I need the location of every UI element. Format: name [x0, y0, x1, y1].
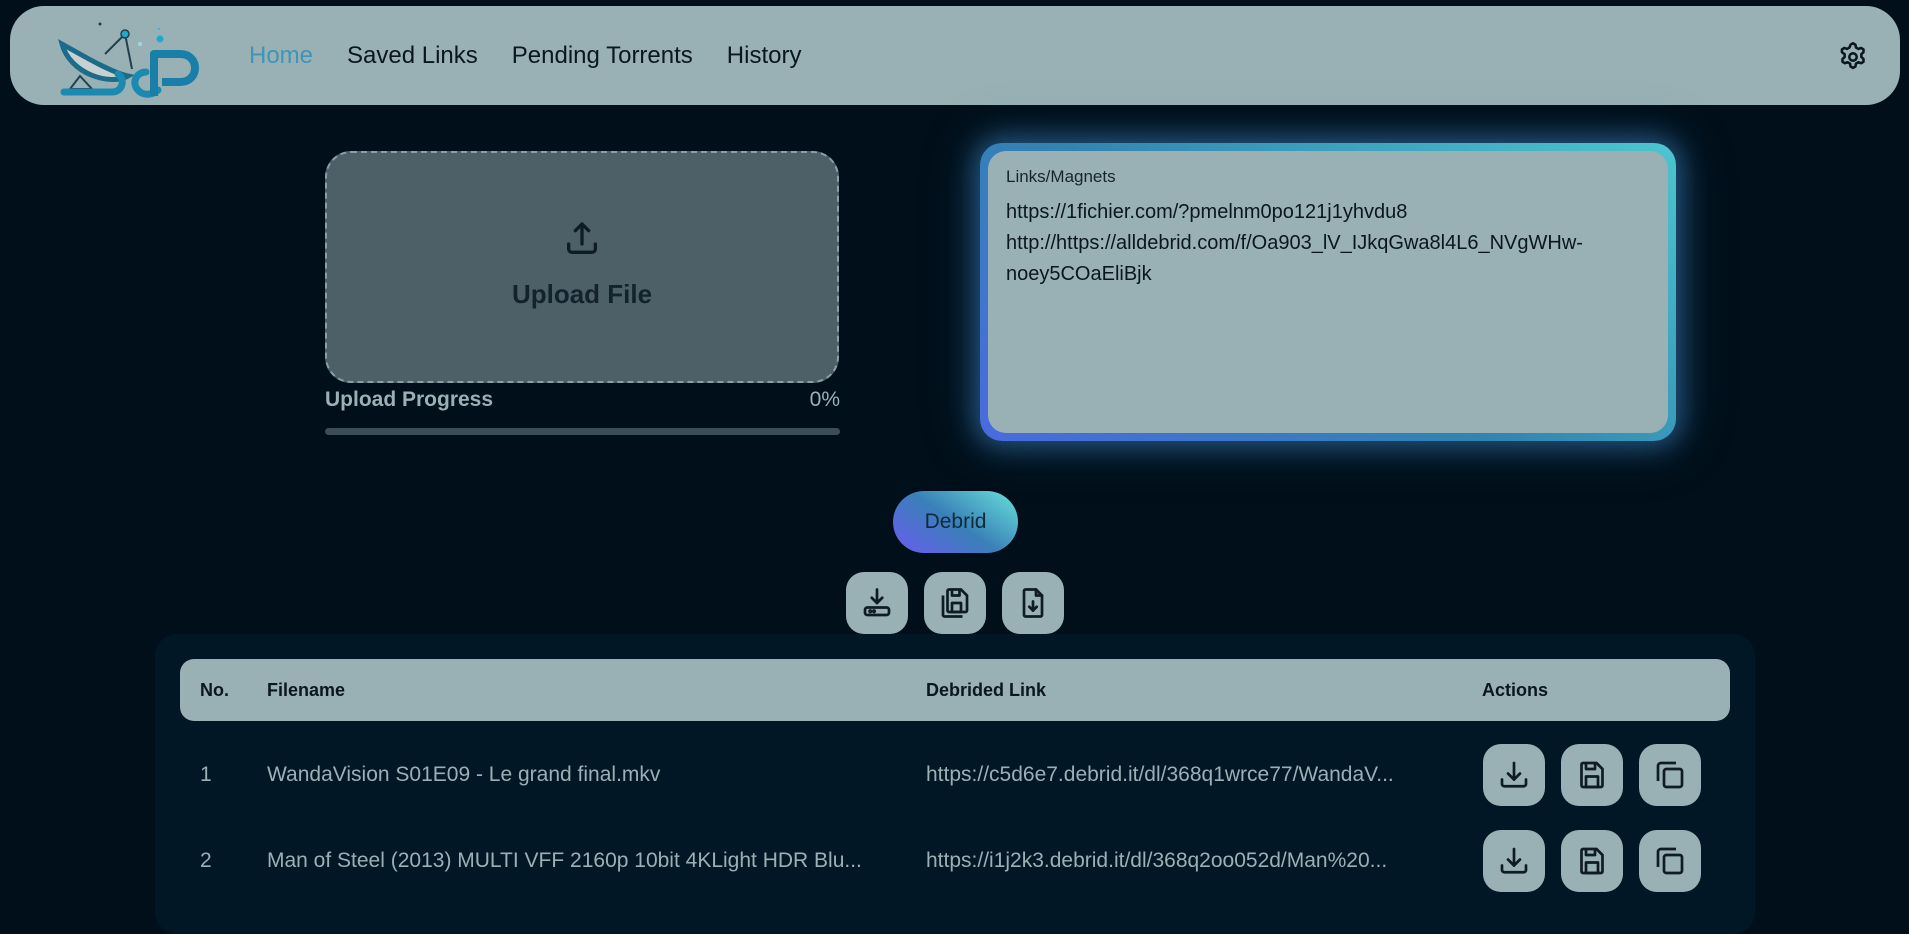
header-filename: Filename — [267, 680, 346, 700]
links-input-container: Links/Magnets — [980, 143, 1676, 441]
debrid-button[interactable]: Debrid — [893, 491, 1018, 553]
links-input-panel: Links/Magnets — [988, 151, 1668, 433]
navbar: Home Saved Links Pending Torrents Histor… — [10, 6, 1900, 105]
upload-progress-row: Upload Progress 0% — [325, 388, 840, 412]
save-all-button[interactable] — [924, 572, 986, 634]
settings-button[interactable] — [1836, 40, 1870, 74]
row-number: 1 — [200, 763, 212, 786]
row-number: 2 — [200, 849, 212, 872]
nav-links: Home Saved Links Pending Torrents Histor… — [249, 6, 801, 105]
row-copy-button[interactable] — [1639, 830, 1701, 892]
save-icon — [1580, 847, 1604, 875]
download-icon — [1500, 761, 1528, 788]
app-logo[interactable] — [50, 14, 210, 102]
table-header: No. Filename Debrided Link Actions — [180, 659, 1730, 721]
export-file-button[interactable] — [1002, 572, 1064, 634]
file-download-icon — [1022, 588, 1044, 618]
row-debrided-link[interactable]: https://i1j2k3.debrid.it/dl/368q2oo052d/… — [926, 818, 1387, 904]
nav-pending-torrents[interactable]: Pending Torrents — [512, 42, 693, 70]
upload-file-dropzone[interactable]: Upload File — [325, 151, 839, 383]
upload-file-label: Upload File — [511, 278, 653, 309]
upload-progress-value: 0% — [809, 388, 840, 411]
row-filename: Man of Steel (2013) MULTI VFF 2160p 10bi… — [267, 849, 862, 872]
upload-progress-bar — [325, 428, 840, 435]
copy-icon — [1656, 847, 1684, 875]
save-icon — [1580, 761, 1604, 789]
row-filename: WandaVision S01E09 - Le grand final.mkv — [267, 763, 661, 786]
gear-icon — [1840, 41, 1865, 70]
row-actions — [1483, 830, 1701, 892]
download-to-device-icon — [863, 588, 891, 617]
nav-home[interactable]: Home — [249, 42, 313, 70]
row-download-button[interactable] — [1483, 830, 1545, 892]
row-actions — [1483, 744, 1701, 806]
header-debrided-link: Debrided Link — [926, 680, 1047, 700]
download-all-button[interactable] — [846, 572, 908, 634]
results-table: No. Filename Debrided Link Actions 1 Wan… — [155, 634, 1755, 934]
copy-icon — [1656, 761, 1684, 789]
header-no: No. — [200, 680, 229, 700]
upload-progress-label: Upload Progress — [325, 388, 494, 411]
nav-history[interactable]: History — [727, 42, 802, 70]
nav-saved-links[interactable]: Saved Links — [347, 42, 478, 70]
row-copy-button[interactable] — [1639, 744, 1701, 806]
bulk-actions — [846, 572, 1064, 634]
save-multiple-icon — [941, 588, 969, 618]
row-save-button[interactable] — [1561, 744, 1623, 806]
download-icon — [1500, 847, 1528, 874]
row-save-button[interactable] — [1561, 830, 1623, 892]
table-row: 1 WandaVision S01E09 - Le grand final.mk… — [180, 732, 1730, 818]
satellite-dish-logo-icon — [58, 22, 199, 98]
table-row: 2 Man of Steel (2013) MULTI VFF 2160p 10… — [180, 818, 1730, 904]
row-debrided-link[interactable]: https://c5d6e7.debrid.it/dl/368q1wrce77/… — [926, 732, 1394, 818]
row-download-button[interactable] — [1483, 744, 1545, 806]
header-actions: Actions — [1482, 680, 1549, 700]
upload-icon — [567, 221, 597, 254]
links-input-label: Links/Magnets — [1006, 167, 1116, 186]
links-textarea[interactable] — [1006, 197, 1650, 421]
